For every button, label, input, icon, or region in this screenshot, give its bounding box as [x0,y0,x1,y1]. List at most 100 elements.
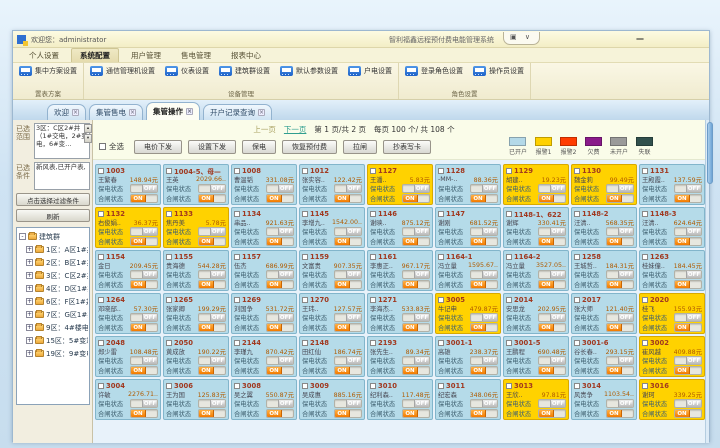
protect-toggle[interactable]: OFF [130,184,158,193]
meter-card[interactable]: 2017张大师121.40元保电状态OFF合闸状态ON [571,293,637,334]
menu-item-0[interactable]: 个人设置 [21,49,67,62]
switch-toggle[interactable]: ON [198,323,226,332]
switch-toggle[interactable]: ON [606,237,634,246]
card-checkbox[interactable] [98,340,104,346]
switch-toggle[interactable]: ON [130,323,158,332]
action-button-1[interactable]: 设置下发 [188,140,236,154]
card-checkbox[interactable] [166,340,172,346]
meter-card[interactable]: 3006王为国125.83元保电状态OFF合闸状态ON [163,379,229,420]
card-checkbox[interactable] [438,168,444,174]
protect-toggle[interactable]: OFF [674,184,702,193]
meter-card[interactable]: 1008曹温韬331.08元保电状态OFF合闸状态ON [231,164,297,205]
refresh-button[interactable]: 刷新 [16,209,90,222]
switch-toggle[interactable]: ON [538,409,566,418]
switch-toggle[interactable]: ON [334,194,362,203]
switch-toggle[interactable]: ON [538,237,566,246]
spin-up-icon[interactable]: ▴ [84,124,92,133]
protect-toggle[interactable]: OFF [538,356,566,365]
expand-icon[interactable]: + [26,337,33,344]
card-checkbox[interactable] [302,254,308,260]
protect-toggle[interactable]: OFF [606,399,634,408]
tree-root-item[interactable]: -建筑群 [19,230,88,243]
protect-toggle[interactable]: OFF [402,270,430,279]
protect-toggle[interactable]: OFF [198,313,226,322]
prev-page-link[interactable]: 上一页 [253,124,276,135]
card-checkbox[interactable] [166,297,172,303]
meter-card[interactable]: 1265张家卿199.29元保电状态OFF合闸状态ON [163,293,229,334]
switch-toggle[interactable]: ON [470,409,498,418]
select-all[interactable]: 全选 [99,141,124,152]
meter-card[interactable]: 2193张先生..89.34元保电状态OFF合闸状态ON [367,336,433,377]
menu-item-1[interactable]: 系统配置 [71,48,119,62]
protect-toggle[interactable]: OFF [402,184,430,193]
tree-item-4[interactable]: +6区：F区1#井（1 [19,295,88,308]
protect-toggle[interactable]: OFF [130,270,158,279]
tab-close-icon[interactable]: × [129,109,136,116]
protect-toggle[interactable]: OFF [538,313,566,322]
protect-toggle[interactable]: OFF [198,270,226,279]
card-checkbox[interactable] [302,340,308,346]
protect-toggle[interactable]: OFF [674,227,702,236]
meter-card[interactable]: 1127王潘..5.83元保电状态OFF合闸状态ON [367,164,433,205]
switch-toggle[interactable]: ON [334,280,362,289]
card-checkbox[interactable] [506,340,512,346]
meter-card[interactable]: 2048郑少雷108.48元保电状态OFF合闸状态ON [95,336,161,377]
card-checkbox[interactable] [370,297,376,303]
ribbon-item[interactable]: 集中方案设置 [19,66,77,76]
card-checkbox[interactable] [98,168,104,174]
ribbon-item[interactable]: 户电设置 [348,66,392,76]
switch-toggle[interactable]: ON [674,237,702,246]
tree-item-7[interactable]: +15区：5#变站（3#变 [19,334,88,347]
card-checkbox[interactable] [234,254,240,260]
meter-card[interactable]: 1146谢映..875.12元保电状态OFF合闸状态ON [367,207,433,248]
expand-icon[interactable]: + [26,272,33,279]
protect-toggle[interactable]: OFF [470,227,498,236]
switch-toggle[interactable]: ON [266,366,294,375]
expand-icon[interactable]: + [26,311,33,318]
vertical-scrollbar[interactable] [705,120,709,443]
tab-0[interactable]: 欢迎× [47,104,86,120]
meter-card[interactable]: 1148-1、622谢辉330.41元保电状态OFF合闸状态ON [503,207,569,248]
protect-toggle[interactable]: OFF [130,356,158,365]
card-checkbox[interactable] [166,383,172,389]
card-checkbox[interactable] [234,297,240,303]
protect-toggle[interactable]: OFF [198,399,226,408]
expand-icon[interactable]: + [26,324,33,331]
tab-close-icon[interactable]: × [186,108,193,115]
menu-item-3[interactable]: 售电管理 [173,49,219,62]
meter-card[interactable]: 1003王繁春148.94元保电状态OFF合闸状态ON [95,164,161,205]
switch-toggle[interactable]: ON [130,409,158,418]
protect-toggle[interactable]: OFF [606,356,634,365]
card-checkbox[interactable] [642,340,648,346]
meter-card[interactable]: 3014风贵争1103.54..保电状态OFF合闸状态ON [571,379,637,420]
card-checkbox[interactable] [574,211,580,217]
card-checkbox[interactable] [438,297,444,303]
card-checkbox[interactable] [506,168,512,174]
card-checkbox[interactable] [438,340,444,346]
protect-toggle[interactable]: OFF [266,227,294,236]
protect-toggle[interactable]: OFF [674,356,702,365]
filter-button[interactable]: 点击选择过滤条件 [16,193,90,206]
tab-3[interactable]: 开户记录查询× [203,104,272,120]
card-checkbox[interactable] [98,383,104,389]
card-checkbox[interactable] [574,340,580,346]
meter-card[interactable]: 1269刘国争531.72元保电状态OFF合闸状态ON [231,293,297,334]
meter-card[interactable]: 1148-3汪清..624.64元保电状态OFF合闸状态ON [639,207,705,248]
meter-card[interactable]: 1271李海杰..533.83元保电状态OFF合闸状态ON [367,293,433,334]
switch-toggle[interactable]: ON [674,323,702,332]
protect-toggle[interactable]: OFF [402,313,430,322]
meter-card[interactable]: 3001-5王鹏程690.48元保电状态OFF合闸状态ON [503,336,569,377]
card-checkbox[interactable] [98,297,104,303]
switch-toggle[interactable]: ON [266,280,294,289]
protect-toggle[interactable]: OFF [266,313,294,322]
card-checkbox[interactable] [438,211,444,217]
card-checkbox[interactable] [574,168,580,174]
protect-toggle[interactable]: OFF [402,399,430,408]
meter-card[interactable]: 2144李瑾九870.42元保电状态OFF合闸状态ON [231,336,297,377]
meter-card[interactable]: 1155贵海德544.28元保电状态OFF合闸状态ON [163,250,229,291]
card-checkbox[interactable] [166,254,172,260]
protect-toggle[interactable]: OFF [606,270,634,279]
tree-item-8[interactable]: +19区：9#变电站… [19,347,88,360]
meter-card[interactable]: 3005牛记申479.87元保电状态OFF合闸状态ON [435,293,501,334]
switch-toggle[interactable]: ON [198,237,226,246]
